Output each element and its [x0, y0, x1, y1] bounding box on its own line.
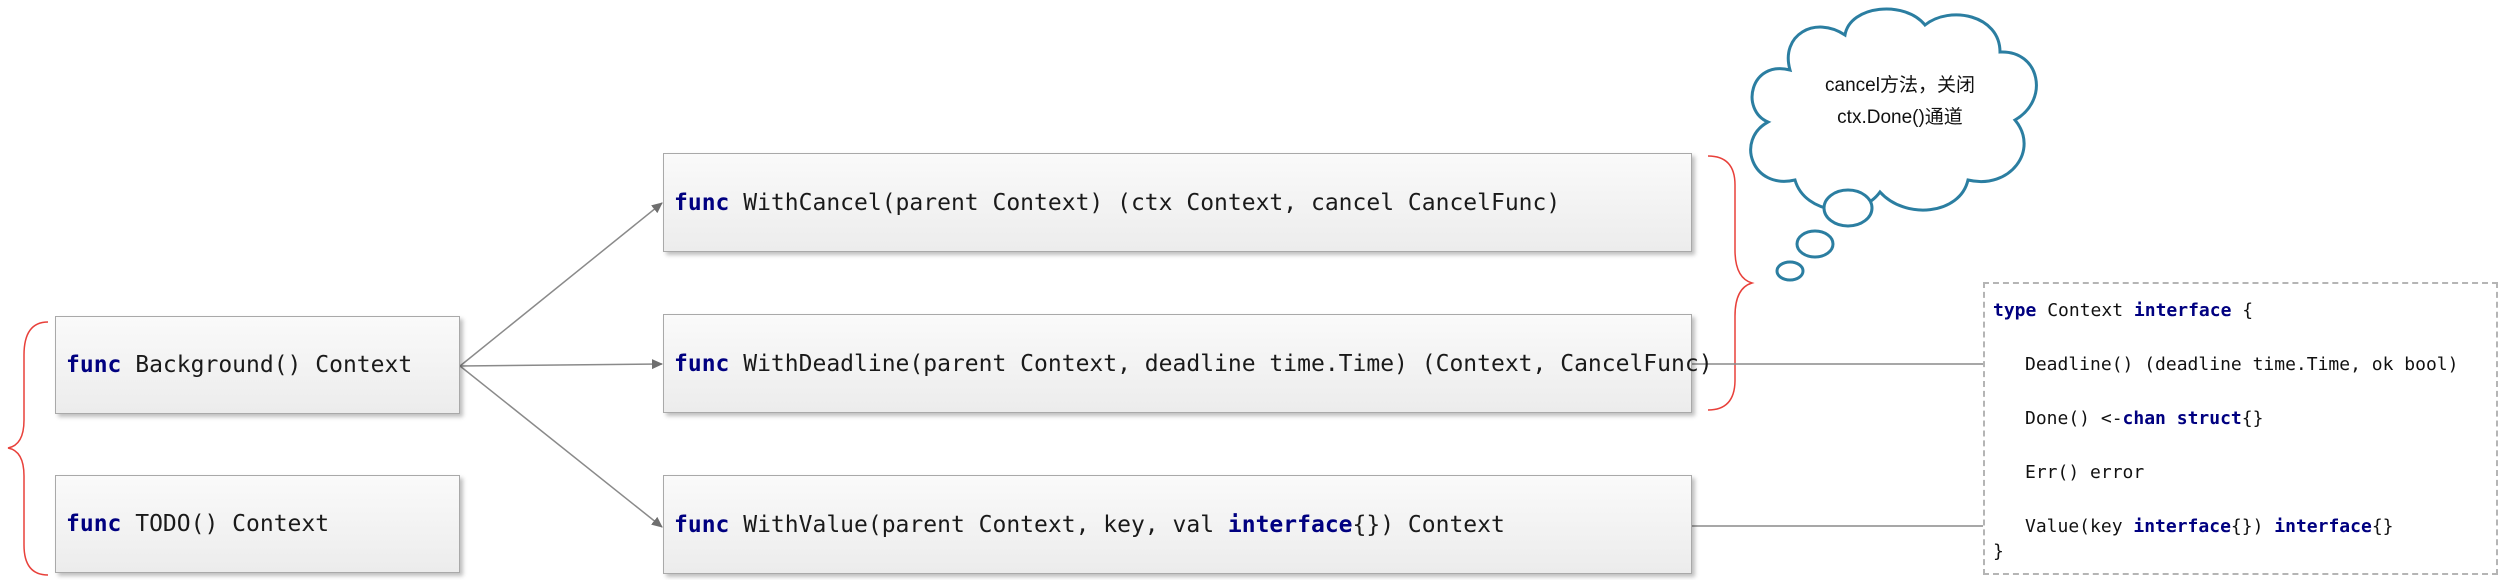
func-keyword: func: [674, 189, 730, 216]
interface-keyword: interface: [2133, 300, 2232, 321]
func-keyword: func: [66, 352, 122, 378]
done-suffix: {}: [2241, 408, 2264, 429]
withcancel-func-box: func WithCancel(parent Context) (ctx Con…: [663, 153, 1692, 252]
cloud-note-line1: cancel方法，关闭: [1825, 75, 1975, 96]
todo-signature: TODO() Context: [121, 511, 330, 537]
withvalue-signature-b: {}) Context: [1352, 511, 1505, 538]
open-brace: {: [2231, 300, 2254, 321]
close-brace: }: [1993, 541, 2004, 562]
value-mid: {}): [2230, 516, 2275, 537]
interface-name: Context: [2036, 300, 2134, 321]
withdeadline-func-box: func WithDeadline(parent Context, deadli…: [663, 314, 1713, 413]
interface-decl-line: type Context interface {: [1993, 300, 2253, 321]
method-value: Value(key interface{}) interface{}: [2025, 516, 2394, 537]
func-keyword: func: [674, 511, 730, 538]
interface-keyword: interface: [1227, 511, 1353, 538]
interface-keyword: interface: [2274, 516, 2372, 537]
cloud-note-line2: ctx.Done()通道: [1837, 107, 1963, 128]
arrow-to-withvalue: [459, 365, 663, 528]
cloud-note: cancel方法，关闭 ctx.Done()通道: [1815, 70, 1985, 134]
chan-keyword: chan: [2122, 408, 2166, 429]
withvalue-func-box: func WithValue(parent Context, key, val …: [663, 475, 1692, 574]
method-deadline: Deadline() (deadline time.Time, ok bool): [2025, 354, 2459, 375]
method-done: Done() <-chan struct{}: [2025, 408, 2263, 429]
done-prefix: Done() <-: [2025, 408, 2123, 429]
left-brace: [7, 321, 49, 576]
withcancel-signature: WithCancel(parent Context) (ctx Context,…: [729, 189, 1561, 216]
right-brace: [1707, 155, 1755, 411]
method-err: Err() error: [2025, 462, 2145, 483]
value-prefix: Value(key: [2025, 516, 2134, 537]
value-suffix: {}: [2371, 516, 2394, 537]
todo-func-box: func TODO() Context: [55, 475, 460, 573]
func-keyword: func: [66, 511, 122, 537]
background-func-box: func Background() Context: [55, 316, 460, 414]
withdeadline-signature: WithDeadline(parent Context, deadline ti…: [729, 350, 1713, 377]
withvalue-signature-a: WithValue(parent Context, key, val: [729, 511, 1228, 538]
type-keyword: type: [1993, 300, 2037, 321]
thought-cloud: [1749, 7, 2038, 282]
struct-keyword: struct: [2176, 408, 2242, 429]
context-interface-box: type Context interface { Deadline() (dea…: [1983, 282, 2498, 575]
func-keyword: func: [674, 350, 730, 377]
arrow-to-withdeadline: [459, 359, 663, 370]
interface-keyword: interface: [2133, 516, 2231, 537]
background-signature: Background() Context: [121, 352, 413, 378]
arrow-to-withcancel: [459, 202, 663, 367]
